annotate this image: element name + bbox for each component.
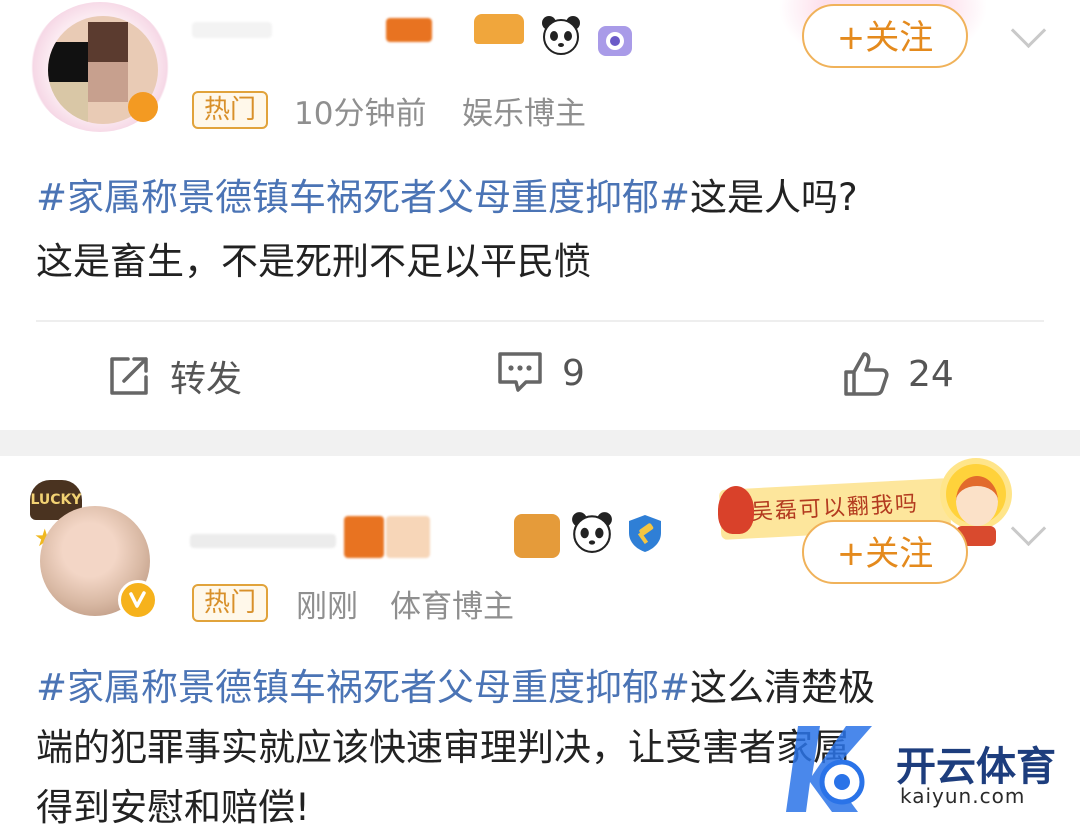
username-blurred[interactable]: [192, 22, 272, 38]
kaiyun-logo-icon: [786, 726, 872, 812]
chevron-down-icon[interactable]: [1010, 510, 1047, 547]
koi-fish-icon: [718, 486, 754, 534]
post-text-line1: 这么清楚极: [690, 666, 876, 709]
username-blurred-3: [386, 516, 430, 558]
post-time: 刚刚: [296, 589, 358, 625]
username-blurred[interactable]: [190, 534, 336, 548]
author-role: 体育博主: [390, 589, 514, 625]
post-text-line2: 端的犯罪事实就应该快速审理判决，让受害者家属: [36, 726, 850, 769]
username-blurred-2: [344, 516, 384, 558]
hashtag-link[interactable]: #家属称景德镇车祸死者父母重度抑郁#: [36, 176, 690, 219]
repost-label: 转发: [170, 359, 243, 400]
comment-icon: [498, 352, 542, 392]
post-text-line2: 这是畜生，不是死刑不足以平民愤: [36, 240, 591, 283]
chevron-down-icon[interactable]: [1010, 12, 1047, 49]
post-card-1: +关注 热门 10分钟前 娱乐博主 #家属称景德镇车祸死者父母重度抑郁#这是人吗…: [0, 0, 1080, 430]
bag-icon: [514, 514, 560, 558]
repost-button[interactable]: 转发: [106, 350, 242, 402]
post-separator: [0, 430, 1080, 456]
post-text-line1: 这是人吗?: [690, 176, 858, 219]
follow-button[interactable]: +关注: [802, 520, 968, 584]
verified-badge-icon: [118, 580, 158, 620]
girl-face-icon: [956, 476, 998, 526]
post-text-line3: 得到安慰和赔偿!: [36, 786, 310, 829]
hot-badge: 热门: [192, 91, 269, 129]
divider: [36, 320, 1044, 322]
hashtag-link[interactable]: #家属称景德镇车祸死者父母重度抑郁#: [36, 666, 690, 709]
follow-button[interactable]: +关注: [802, 4, 968, 68]
bag-icon: [474, 14, 524, 44]
comment-button[interactable]: 9: [496, 350, 585, 396]
verified-dot: [128, 92, 158, 122]
shield-hammer-icon: [624, 512, 666, 554]
panda-icon: [570, 510, 614, 554]
username-blurred-2: [386, 18, 432, 42]
post-time: 10分钟前: [294, 96, 427, 132]
like-count: 24: [908, 353, 954, 395]
post-body: #家属称景德镇车祸死者父母重度抑郁#这是人吗? 这是畜生，不是死刑不足以平民愤: [36, 166, 1046, 294]
panda-icon: [540, 14, 582, 56]
hot-badge: 热门: [192, 584, 269, 622]
watermark: 开云体育 kaiyun.com: [780, 712, 1080, 822]
like-button[interactable]: 24: [842, 350, 954, 398]
watermark-brand-en: kaiyun.com: [900, 784, 1026, 808]
comment-count: 9: [562, 352, 585, 394]
camera-icon: [596, 20, 634, 58]
author-role: 娱乐博主: [462, 96, 586, 132]
repost-icon: [110, 357, 148, 395]
thumbs-up-icon: [844, 352, 889, 396]
